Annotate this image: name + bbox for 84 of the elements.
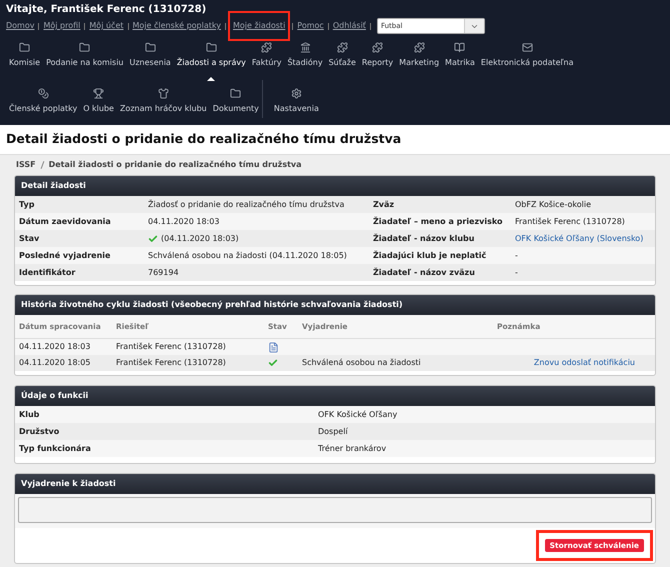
document-icon (268, 342, 279, 352)
nav-item[interactable]: Zoznam hráčov klubu (116, 88, 210, 118)
check-icon (148, 234, 158, 244)
field-value: Dospelí (318, 426, 349, 438)
nav-item[interactable]: Štadióny (284, 42, 326, 72)
field-value: (04.11.2020 18:03) (161, 232, 239, 244)
header-link[interactable]: Domov (6, 20, 34, 32)
nav-item[interactable]: Reporty (358, 42, 396, 72)
field-value: Schválená osobou na žiadosti (04.11.2020 18:05) (148, 250, 347, 262)
nav-item[interactable]: Elektronická podateľna (478, 42, 576, 72)
nav-item[interactable]: Žiadosti a správy (174, 42, 249, 72)
folder-icon (144, 42, 156, 53)
coins-icon (38, 88, 49, 99)
nav-item[interactable]: Matrika (442, 42, 478, 72)
field-label: Dátum zaevidovania (19, 216, 112, 228)
statement-field[interactable] (18, 497, 652, 523)
header-link[interactable]: Pomoc (297, 20, 324, 32)
header-link[interactable]: Odhlásiť (332, 20, 366, 32)
panel-header: Údaje o funkcii (15, 386, 655, 406)
header-link[interactable]: Moje žiadosti (230, 13, 288, 39)
nav-item[interactable]: O klube (80, 88, 117, 118)
field-label: Identifikátor (19, 266, 76, 278)
field-label: Žiadateľ - názov klubu (373, 232, 476, 244)
field-label: Žiadajúci klub je neplatič (373, 250, 488, 262)
header-link[interactable]: Môj profil (43, 20, 80, 32)
nav-item[interactable]: Marketing (396, 42, 442, 72)
field-label: Klub (19, 408, 40, 420)
puzzle-icon (336, 42, 348, 53)
panel-header: Detail žiadosti (15, 176, 655, 196)
field-label: Družstvo (19, 426, 60, 438)
club-link[interactable]: OFK Košické Oľšany (Slovensko) (515, 232, 651, 244)
nav-item[interactable]: Podanie na komisiu (43, 42, 126, 72)
panel-header: Vyjadrenie k žiadosti (15, 474, 655, 494)
table-cell-text: František Ferenc (1310728) (116, 341, 227, 353)
field-value: - (515, 250, 519, 262)
settings-icon (290, 88, 302, 99)
nav-item[interactable]: Členské poplatky (6, 88, 80, 118)
field-value: - (515, 266, 519, 278)
folder-icon (230, 88, 242, 99)
nav-item[interactable]: Súťaže (326, 42, 359, 72)
header-link[interactable]: Môj účet (89, 20, 124, 32)
page-title: Detail žiadosti o pridanie do realizačného tímu družstva (0, 125, 670, 155)
puzzle-icon (414, 42, 425, 53)
folder-icon (19, 42, 30, 53)
check-icon (268, 358, 278, 368)
folder-icon (206, 42, 217, 53)
field-label: Posledné vyjadrenie (19, 250, 112, 262)
nav-item[interactable]: Faktúry (248, 42, 284, 72)
header-link[interactable]: Moje členské poplatky (132, 20, 221, 32)
field-label: Zväz (373, 198, 396, 210)
nav-item[interactable]: Dokumenty (210, 88, 262, 118)
puzzle-icon (372, 42, 384, 53)
table-cell-text: 04.11.2020 18:05 (19, 357, 92, 369)
field-value: František Ferenc (1310728) (515, 216, 626, 228)
puzzle-icon (261, 42, 272, 53)
shirt-icon (158, 88, 169, 99)
resend-notification-link[interactable]: Znovu odoslať notifikáciu (534, 357, 635, 369)
book-icon (454, 42, 466, 53)
folder-icon (79, 42, 90, 53)
field-value: ObFZ Košice-okolie (515, 198, 592, 210)
field-value: 769194 (148, 266, 179, 278)
field-label: Typ (19, 198, 36, 210)
selected-marker-icon (207, 77, 216, 81)
panel-header: História životného cyklu žiadosti (všeobecný prehľad histórie schvaľovania žiadosti) (15, 295, 655, 315)
trophy-icon (93, 88, 104, 99)
field-label: Stav (19, 232, 40, 244)
field-value: Žiadosť o pridanie do realizačného tímu družstva (148, 198, 344, 210)
field-value: 04.11.2020 18:03 (148, 216, 220, 228)
field-label: Žiadateľ - názov zväzu (373, 266, 476, 278)
nav-item[interactable]: Komisie (6, 42, 44, 72)
field-value: Tréner brankárov (318, 442, 388, 454)
field-label: Typ funkcionára (19, 442, 92, 454)
table-cell-text: František Ferenc (1310728) (116, 357, 227, 369)
nav-item[interactable]: Uznesenia (126, 42, 174, 72)
table-cell-text: Schválená osobou na žiadosti (302, 357, 422, 369)
field-label: Žiadateľ – meno a priezvisko (373, 216, 504, 228)
stadium-icon (300, 42, 311, 53)
nav-item[interactable]: Nastavenia (270, 88, 322, 118)
field-value: OFK Košické Oľšany (318, 408, 398, 420)
breadcrumb-link[interactable]: ISSF (16, 159, 36, 171)
welcome-text: Vitajte, František Ferenc (1310728) (6, 3, 208, 17)
table-cell-text: 04.11.2020 18:03 (19, 341, 92, 353)
breadcrumb-current: Detail žiadosti o pridanie do realizačného tímu družstva (48, 159, 302, 171)
envelope-icon (522, 42, 533, 53)
